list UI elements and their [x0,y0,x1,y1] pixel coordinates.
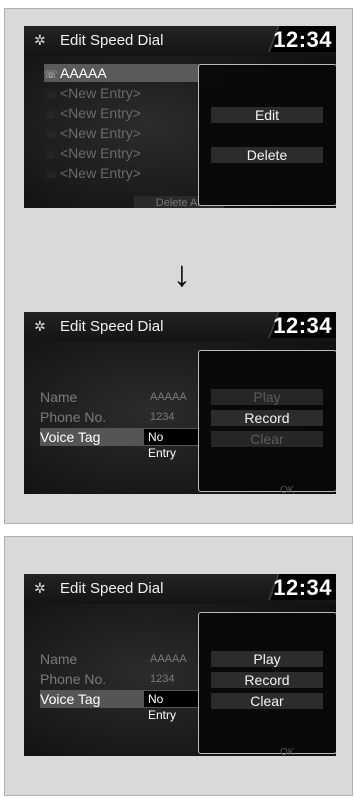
ok-hint: OK [280,747,295,756]
field-label: Voice Tag [40,691,101,707]
delete-button[interactable]: Delete [211,147,323,163]
field-label: Name [40,651,78,667]
voice-tag-popup: Play Record Clear [198,350,336,492]
phone-icon: ☏ [44,149,58,161]
speed-dial-list-screen: ✲ Edit Speed Dial 12:34 ☏ AAAAA ☏ <New Ent… [24,26,336,208]
field-label: Voice Tag [40,429,101,445]
options-popup: Edit Delete [198,64,336,206]
record-button[interactable]: Record [211,672,323,688]
phone-icon: ☏ [44,109,58,121]
voice-tag-field[interactable]: Voice Tag No Entry [40,428,198,460]
gear-icon: ✲ [34,580,46,596]
name-field[interactable]: Name AAAAA [40,650,198,668]
down-arrow-icon: ↓ [173,253,191,294]
title-bar: ✲ Edit Speed Dial 12:34 [24,26,336,56]
play-button[interactable]: Play [211,389,323,405]
speed-dial-entry[interactable]: ☏ <New Entry> [44,84,224,102]
field-value: No Entry [144,429,198,460]
screen-title: Edit Speed Dial [60,580,164,597]
title-bar: ✲ Edit Speed Dial 12:34 [24,574,336,604]
phone-icon: ☏ [44,89,58,101]
field-value: AAAAA [150,391,187,403]
speed-dial-entry[interactable]: ☏ AAAAA [44,64,224,82]
play-button[interactable]: Play [211,651,323,667]
screen-title: Edit Speed Dial [60,32,164,49]
ok-hint: OK [280,485,295,494]
field-label: Phone No. [40,671,107,687]
phone-icon: ☏ [44,69,58,81]
phone-icon: ☏ [44,169,58,181]
title-bar: ✲ Edit Speed Dial 12:34 [24,312,336,342]
name-field[interactable]: Name AAAAA [40,388,198,406]
clock: 12:34 [273,575,332,600]
speed-dial-entry[interactable]: ☏ <New Entry> [44,164,224,182]
field-label: Phone No. [40,409,107,425]
voice-tag-screen: ✲ Edit Speed Dial 12:34 Name AAAAA Phone… [24,312,336,494]
record-button[interactable]: Record [211,410,323,426]
phone-field[interactable]: Phone No. 1234 [40,408,198,426]
gear-icon: ✲ [34,32,46,48]
field-value: AAAAA [150,653,187,665]
screen-title: Edit Speed Dial [60,318,164,335]
phone-field[interactable]: Phone No. 1234 [40,670,198,688]
field-value: No Entry [144,691,198,722]
voice-tag-screen-recorded: ✲ Edit Speed Dial 12:34 Name AAAAA Phone… [24,574,336,756]
gear-icon: ✲ [34,318,46,334]
clear-button[interactable]: Clear [211,693,323,709]
field-label: Name [40,389,78,405]
clock: 12:34 [273,27,332,52]
field-value: 1234 [150,411,175,423]
clear-button[interactable]: Clear [211,431,323,447]
edit-button[interactable]: Edit [211,107,323,123]
speed-dial-entry[interactable]: ☏ <New Entry> [44,104,224,122]
speed-dial-entry[interactable]: ☏ <New Entry> [44,144,224,162]
speed-dial-entry[interactable]: ☏ <New Entry> [44,124,224,142]
phone-icon: ☏ [44,129,58,141]
field-value: 1234 [150,673,175,685]
voice-tag-popup: Play Record Clear [198,612,336,754]
clock: 12:34 [273,313,332,338]
voice-tag-field[interactable]: Voice Tag No Entry [40,690,198,722]
